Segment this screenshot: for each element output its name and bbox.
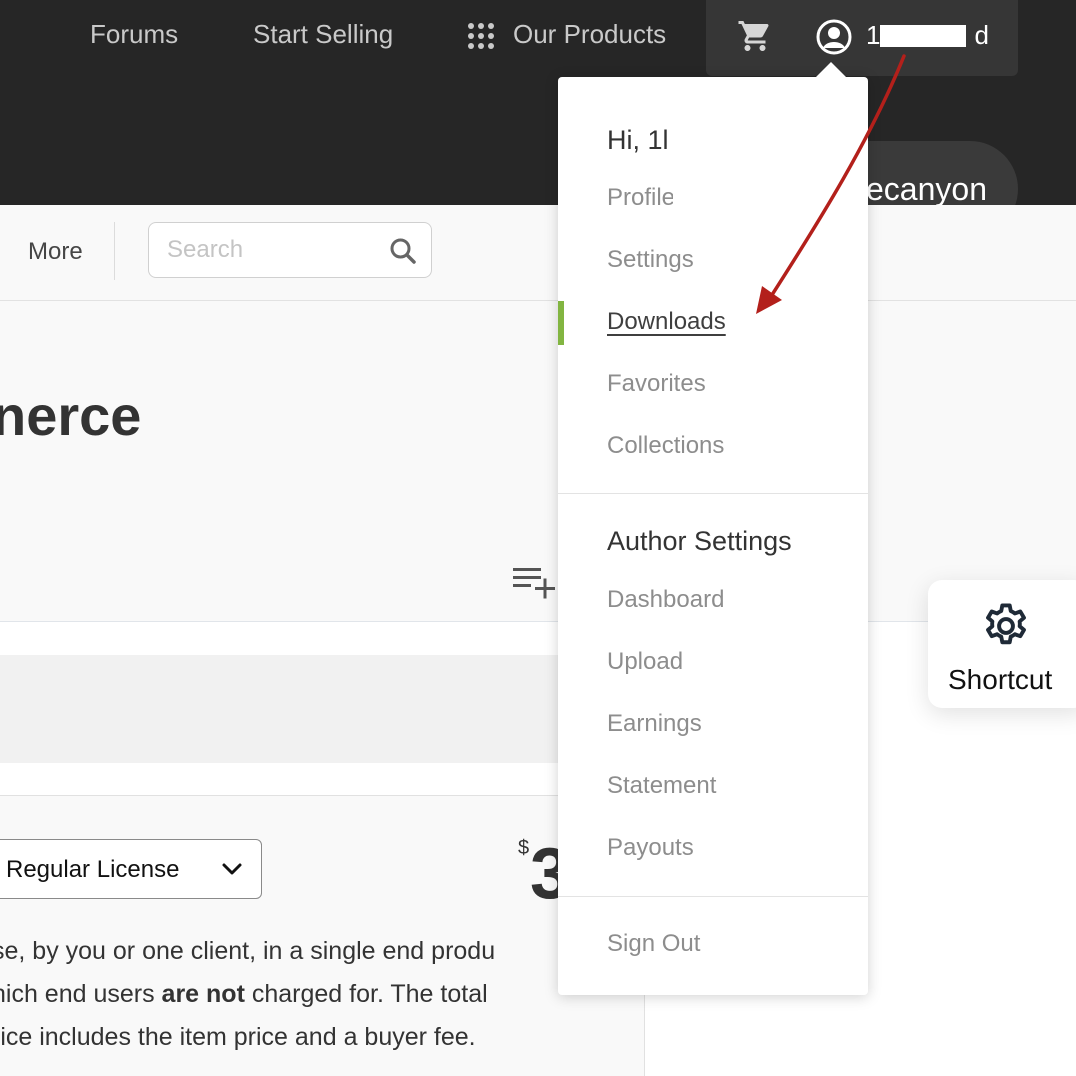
section-divider (0, 795, 560, 796)
brand-logo-text: ecanyon (866, 171, 987, 207)
menu-item-favorites[interactable]: Favorites (607, 369, 706, 399)
search-box[interactable] (148, 222, 432, 278)
description-line: rice includes the item price and a buyer… (0, 1023, 476, 1051)
user-icon[interactable] (815, 18, 853, 56)
menu-divider (558, 493, 868, 494)
dropdown-greeting: Hi, 1l (607, 125, 669, 155)
license-select[interactable]: Regular License (0, 839, 262, 899)
author-settings-heading: Author Settings (607, 526, 792, 556)
more-link[interactable]: More (28, 237, 83, 267)
menu-item-downloads[interactable]: Downloads (607, 307, 726, 337)
grid-icon[interactable] (467, 22, 495, 50)
description-line: se, by you or one client, in a single en… (0, 937, 496, 965)
cart-icon[interactable] (737, 18, 773, 54)
menu-divider (558, 896, 868, 897)
username-start: 1 (866, 20, 881, 50)
menu-item-settings[interactable]: Settings (607, 245, 694, 275)
menu-item-upload[interactable]: Upload (607, 647, 683, 677)
chevron-down-icon (221, 860, 243, 878)
content-band (0, 763, 560, 796)
add-to-collection-icon[interactable] (510, 564, 558, 604)
license-select-value: Regular License (6, 856, 180, 883)
redaction-bar (880, 25, 966, 47)
emphasis-text: are not (161, 980, 245, 1008)
content-band (0, 622, 560, 655)
menu-item-sign-out[interactable]: Sign Out (607, 929, 700, 959)
menu-item-earnings[interactable]: Earnings (607, 709, 702, 739)
menu-item-dashboard[interactable]: Dashboard (607, 585, 724, 615)
price-currency: $ (518, 837, 530, 859)
dropdown-caret (815, 62, 847, 78)
item-preview-panel (0, 655, 560, 763)
username-end: d (974, 20, 989, 50)
menu-item-profile[interactable]: Profile (607, 183, 673, 213)
description-line: hich end users are not charged for. The … (0, 980, 488, 1008)
menu-item-statement[interactable]: Statement (607, 771, 716, 801)
search-input[interactable] (167, 235, 377, 265)
page-title: nerce (0, 384, 142, 447)
shortcut-label: Shortcut (948, 664, 1053, 695)
license-description: se, by you or one client, in a single en… (0, 930, 572, 1059)
search-icon[interactable] (389, 237, 417, 265)
nav-forums[interactable]: Forums (90, 18, 178, 50)
menu-item-payouts[interactable]: Payouts (607, 833, 694, 863)
subnav-divider (114, 222, 115, 280)
nav-start-selling[interactable]: Start Selling (253, 18, 393, 50)
menu-item-collections[interactable]: Collections (607, 431, 724, 461)
gear-icon[interactable] (980, 600, 1032, 652)
nav-our-products[interactable]: Our Products (513, 18, 666, 50)
active-indicator (558, 301, 564, 345)
